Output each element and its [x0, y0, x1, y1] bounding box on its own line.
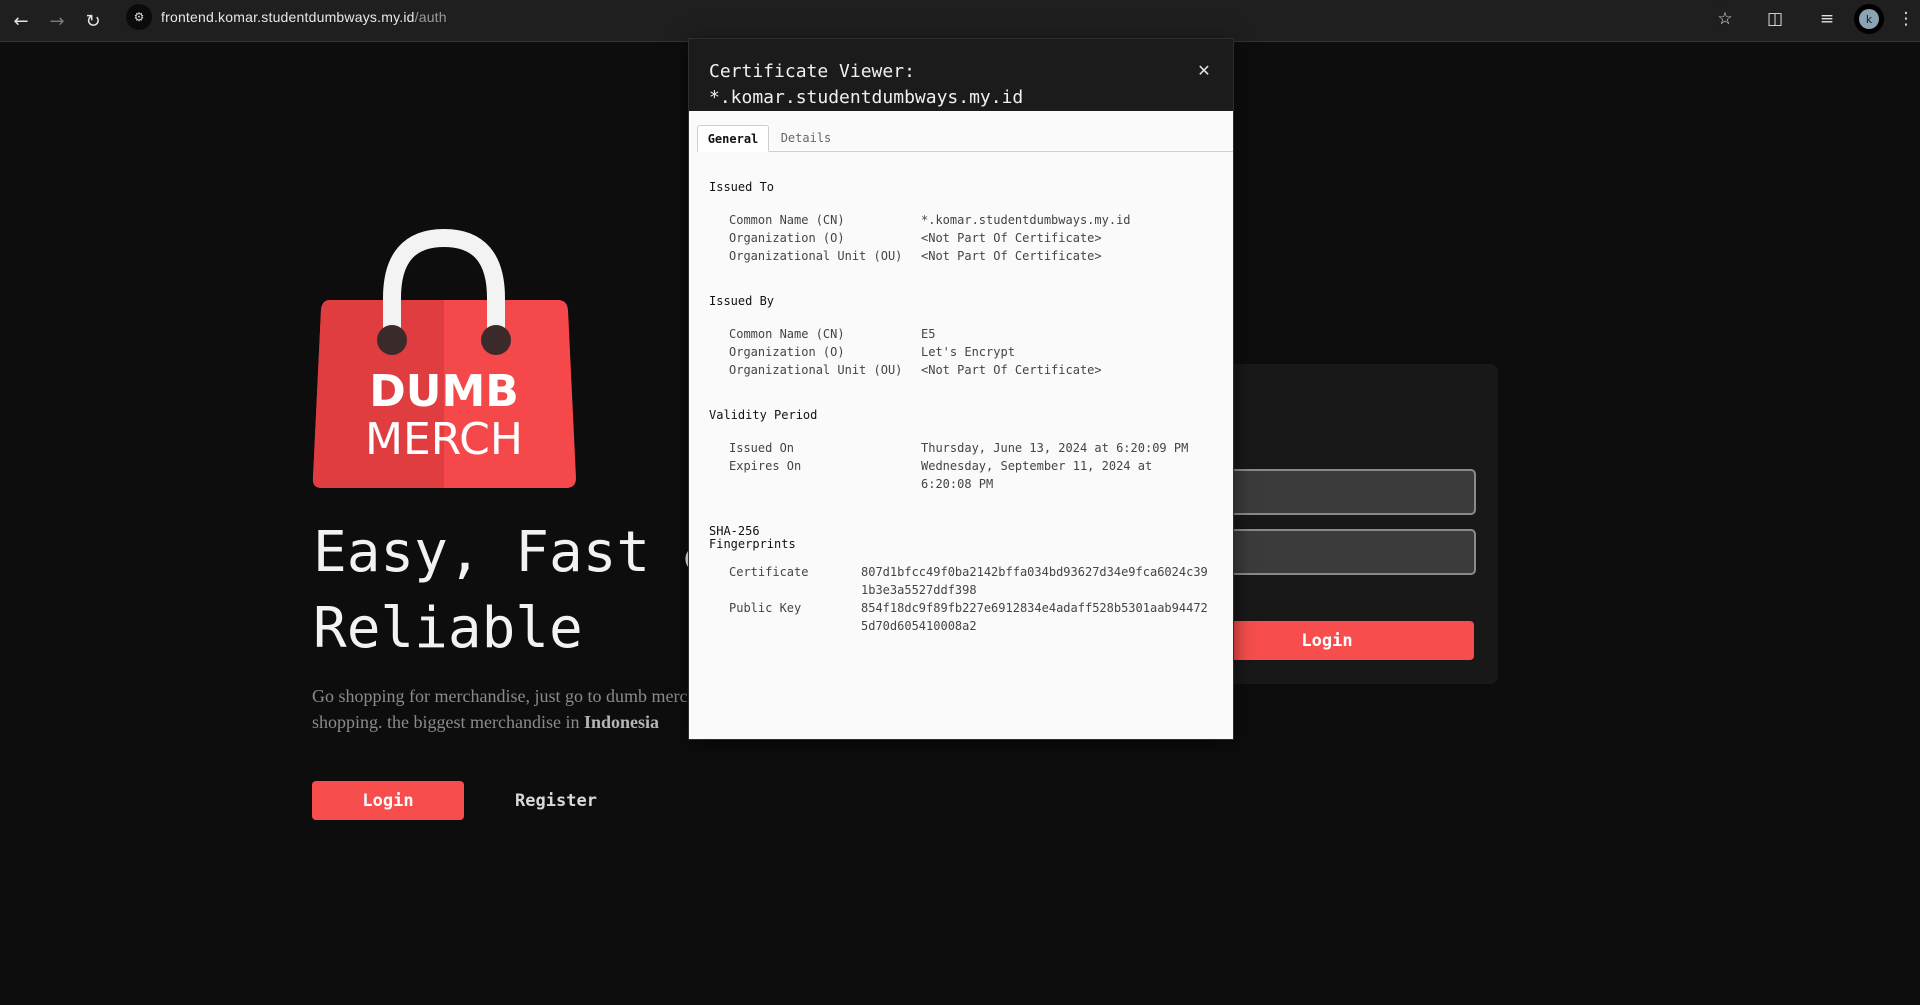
issued-to-o-label: Organization (O) — [729, 231, 845, 245]
tab-general[interactable]: General — [697, 125, 769, 152]
back-icon[interactable]: ← — [6, 6, 36, 36]
media-control-icon[interactable]: ≡ — [1812, 4, 1842, 34]
issued-by-ou-label: Organizational Unit (OU) — [729, 363, 903, 377]
url-host: frontend.komar.studentdumbways.my.id — [161, 9, 415, 25]
fingerprint-certificate-label: Certificate — [729, 565, 809, 579]
headline-line1: Easy, Fast & — [313, 520, 718, 585]
logo-text-dumb: DUMB — [369, 366, 519, 417]
issued-to-ou-value: <Not Part Of Certificate> — [921, 249, 1102, 263]
issued-by-o-value: Let's Encrypt — [921, 345, 1015, 359]
issued-on-value: Thursday, June 13, 2024 at 6:20:09 PM — [921, 441, 1189, 455]
avatar: k — [1859, 9, 1879, 29]
login-button[interactable]: Login — [312, 781, 464, 820]
issued-by-o-label: Organization (O) — [729, 345, 845, 359]
headline-line2: Reliable — [313, 596, 583, 661]
certificate-viewer-dialog: Certificate Viewer: *.komar.studentdumbw… — [688, 38, 1234, 740]
dialog-header: Certificate Viewer: *.komar.studentdumbw… — [689, 39, 1233, 111]
bookmark-star-icon[interactable]: ☆ — [1710, 4, 1740, 34]
dumbmerch-logo: DUMB MERCH — [312, 228, 576, 488]
more-menu-icon[interactable]: ⋮ — [1892, 4, 1920, 34]
issued-to-cn-value: *.komar.studentdumbways.my.id — [921, 213, 1131, 227]
issued-by-title: Issued By — [709, 294, 775, 308]
issued-on-label: Issued On — [729, 441, 795, 455]
address-bar[interactable]: ⚙ frontend.komar.studentdumbways.my.id/a… — [124, 2, 1728, 32]
issued-by-ou-value: <Not Part Of Certificate> — [921, 363, 1102, 377]
fingerprint-public-key-label: Public Key — [729, 601, 802, 615]
dialog-title: Certificate Viewer: *.komar.studentdumbw… — [709, 59, 1179, 111]
browser-toolbar: ← → ↻ ⚙ frontend.komar.studentdumbways.m… — [0, 0, 1920, 42]
hero-headline: Easy, Fast & Reliable — [313, 515, 733, 667]
expires-on-value: Wednesday, September 11, 2024 at 6:20:08… — [921, 459, 1153, 491]
fingerprints-title-line2: Fingerprints — [709, 537, 796, 551]
forward-icon[interactable]: → — [42, 6, 72, 36]
url-text[interactable]: frontend.komar.studentdumbways.my.id/aut… — [161, 9, 447, 25]
fingerprint-certificate-value: 807d1bfcc49f0ba2142bffa034bd93627d34e9fc… — [861, 565, 1208, 597]
fingerprints-title-line1: SHA-256 — [709, 524, 760, 538]
dialog-tabs: General Details — [697, 125, 1233, 152]
dialog-title-line2: *.komar.studentdumbways.my.id — [709, 87, 1024, 108]
tab-details[interactable]: Details — [773, 125, 839, 150]
issued-to-o-value: <Not Part Of Certificate> — [921, 231, 1102, 245]
url-path: /auth — [414, 9, 447, 25]
register-button[interactable]: Register — [500, 781, 612, 820]
issued-by-cn-value: E5 — [921, 327, 936, 341]
description-bold: Indonesia — [583, 712, 659, 732]
description-text: Go shopping for merchandise, just go to … — [312, 686, 743, 732]
dialog-title-line1: Certificate Viewer: — [709, 61, 915, 82]
profile-button[interactable]: k — [1854, 4, 1884, 34]
validity-title: Validity Period — [709, 408, 818, 422]
site-info-icon[interactable]: ⚙ — [126, 4, 152, 30]
issued-to-ou-label: Organizational Unit (OU) — [729, 249, 903, 263]
issued-by-cn-label: Common Name (CN) — [729, 327, 845, 341]
expires-on-label: Expires On — [729, 459, 802, 473]
extensions-icon[interactable]: ◫ — [1760, 4, 1790, 34]
issued-to-cn-label: Common Name (CN) — [729, 213, 845, 227]
fingerprint-public-key-value: 854f18dc9f89fb227e6912834e4adaff528b5301… — [861, 601, 1208, 633]
issued-to-title: Issued To — [709, 180, 775, 194]
logo-text-merch: MERCH — [365, 414, 523, 465]
close-icon[interactable]: ✕ — [1193, 59, 1215, 81]
fingerprints-title: SHA-256 Fingerprints — [709, 525, 796, 551]
reload-icon[interactable]: ↻ — [78, 6, 108, 36]
